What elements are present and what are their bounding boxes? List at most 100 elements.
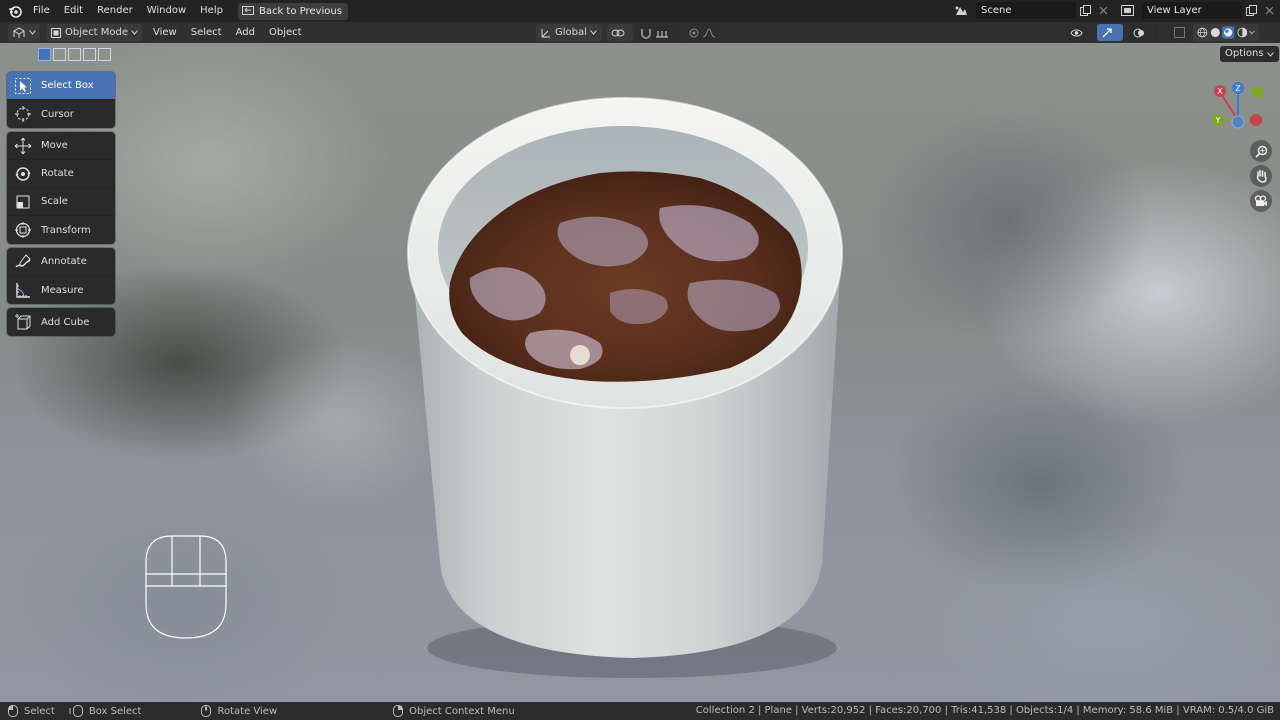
measure-ruler-icon: [11, 278, 35, 302]
select-new-icon[interactable]: [38, 48, 51, 61]
menu-render[interactable]: Render: [90, 1, 140, 21]
magnet-icon: [641, 28, 651, 39]
material-preview-shading-icon[interactable]: [1222, 25, 1235, 40]
status-rotate-view-label: Rotate View: [217, 705, 278, 717]
delete-view-layer-icon[interactable]: [1260, 2, 1278, 19]
hand-icon: [1256, 169, 1267, 183]
tool-label: Rotate: [41, 168, 74, 179]
gizmo-toggle-button[interactable]: [1097, 24, 1123, 41]
delete-scene-icon[interactable]: [1094, 2, 1112, 19]
tool-move[interactable]: Move: [7, 132, 115, 160]
pivot-point-button[interactable]: [607, 24, 633, 41]
select-extend-icon[interactable]: [53, 48, 66, 61]
tool-cursor[interactable]: Cursor: [7, 100, 115, 128]
status-select: Select: [8, 705, 55, 717]
view-layer-field[interactable]: View Layer: [1142, 2, 1242, 19]
new-scene-icon[interactable]: [1076, 2, 1094, 19]
back-to-previous-label: Back to Previous: [258, 5, 342, 17]
tool-label: Scale: [41, 196, 68, 207]
view-layer-icon[interactable]: [1118, 2, 1136, 19]
select-intersect-icon[interactable]: [98, 48, 111, 61]
tool-select-box[interactable]: Select Box: [7, 72, 115, 100]
camera-icon: [1254, 195, 1267, 206]
transform-icon: [11, 218, 35, 242]
menu-select[interactable]: Select: [184, 22, 229, 43]
tool-scale[interactable]: Scale: [7, 188, 115, 216]
rendered-shading-icon[interactable]: [1237, 26, 1248, 39]
menu-object[interactable]: Object: [262, 22, 309, 43]
screen-icon: [241, 6, 254, 15]
overlays-button[interactable]: [1129, 24, 1159, 41]
orientation-label: Global: [555, 27, 587, 38]
gizmo-neg-z[interactable]: [1231, 115, 1245, 129]
tool-annotate[interactable]: Annotate: [7, 248, 115, 276]
mouse-hint-icon: [145, 535, 227, 639]
status-box-select: Box Select: [69, 705, 141, 717]
proportional-edit-icon: [689, 28, 699, 37]
select-difference-icon[interactable]: [83, 48, 96, 61]
mode-label: Object Mode: [65, 27, 128, 38]
camera-view-button[interactable]: [1250, 190, 1272, 212]
move-icon: [11, 134, 35, 158]
falloff-curve-icon: [702, 27, 716, 37]
xray-icon: [1174, 27, 1185, 38]
status-select-label: Select: [24, 705, 55, 717]
transform-orientation-dropdown[interactable]: Global: [536, 24, 602, 41]
options-dropdown[interactable]: Options: [1220, 46, 1279, 62]
tool-label: Transform: [41, 224, 91, 236]
zoom-view-button[interactable]: [1250, 140, 1272, 162]
tool-label: Measure: [41, 284, 84, 296]
link-icon: [611, 29, 625, 36]
overlay-icon: [1133, 28, 1144, 37]
new-view-layer-icon[interactable]: [1242, 2, 1260, 19]
gizmo-neg-y[interactable]: [1252, 86, 1264, 98]
tool-label: Annotate: [41, 256, 87, 267]
menu-file[interactable]: File: [26, 1, 57, 21]
mode-dropdown[interactable]: Object Mode: [46, 24, 142, 41]
scene-name-field[interactable]: Scene: [976, 2, 1076, 19]
chevron-down-icon: [590, 30, 597, 35]
pan-view-button[interactable]: [1250, 165, 1272, 187]
xray-toggle[interactable]: [1170, 24, 1190, 41]
scene-statistics: Collection 2 | Plane | Verts:20,952 | Fa…: [695, 705, 1274, 716]
menu-help[interactable]: Help: [193, 1, 230, 21]
blender-logo-icon[interactable]: [4, 0, 26, 22]
back-to-previous-button[interactable]: Back to Previous: [237, 2, 348, 20]
editor-type-button[interactable]: [8, 24, 40, 41]
visibility-button[interactable]: [1066, 24, 1092, 41]
mouse-drag-icon: [69, 705, 83, 717]
cursor-icon: [11, 102, 35, 126]
zoom-icon: [1254, 145, 1267, 158]
status-bar: Select Box Select Rotate View Object Con…: [0, 702, 1280, 720]
gizmo-neg-x[interactable]: [1250, 114, 1262, 126]
mouse-right-icon: [393, 705, 404, 717]
snapping-button[interactable]: [636, 24, 680, 41]
top-bar: File Edit Render Window Help Back to Pre…: [0, 0, 1280, 22]
axis-icon: [541, 28, 550, 37]
view-layer-selector: View Layer: [1118, 2, 1278, 19]
navigation-gizmo[interactable]: X Z Y: [1208, 80, 1268, 140]
annotate-pen-icon: [11, 250, 35, 274]
menu-view[interactable]: View: [146, 22, 184, 43]
menu-edit[interactable]: Edit: [57, 1, 90, 21]
solid-shading-icon[interactable]: [1210, 26, 1221, 39]
menu-add[interactable]: Add: [229, 22, 262, 43]
wireframe-shading-icon[interactable]: [1197, 26, 1208, 39]
select-subtract-icon[interactable]: [68, 48, 81, 61]
tool-add-cube[interactable]: Add Cube: [7, 308, 115, 336]
tool-rotate[interactable]: Rotate: [7, 160, 115, 188]
proportional-editing-button[interactable]: [685, 24, 725, 41]
gizmo-icon: [1102, 27, 1112, 37]
snap-increment-icon: [656, 30, 668, 37]
tool-label: Select Box: [41, 80, 94, 91]
menu-window[interactable]: Window: [140, 1, 193, 21]
tool-transform[interactable]: Transform: [7, 216, 115, 244]
tool-measure[interactable]: Measure: [7, 276, 115, 304]
chevron-down-icon: [1266, 51, 1274, 57]
tool-group-add: Add Cube: [7, 308, 115, 336]
3d-viewport[interactable]: Select Box Cursor Move Rotate Scale Tran…: [0, 43, 1280, 702]
chevron-down-icon[interactable]: [1249, 30, 1255, 35]
shading-modes: [1193, 24, 1259, 41]
gizmo-z-label: Z: [1235, 84, 1241, 93]
scene-icon[interactable]: [952, 2, 970, 19]
